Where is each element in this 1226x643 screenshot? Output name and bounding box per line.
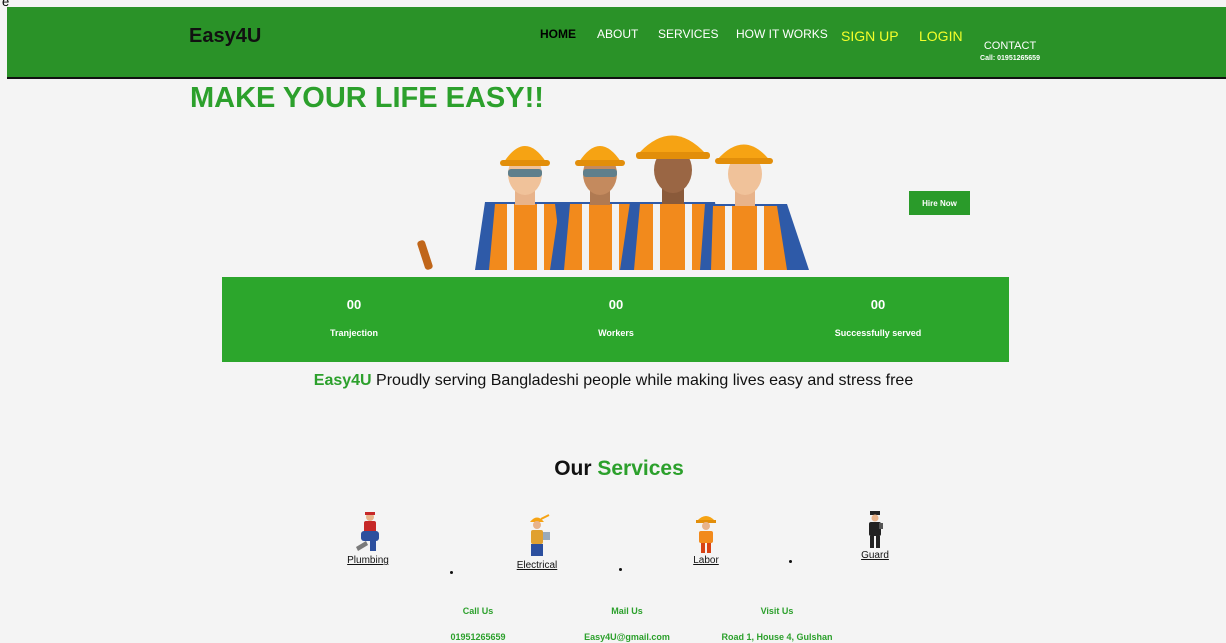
service-label[interactable]: Guard [835,550,915,561]
nav-how-it-works[interactable]: HOW IT WORKS [736,27,828,41]
tagline-text: Proudly serving Bangladeshi people while… [371,372,914,389]
services-title-accent: Services [597,457,684,480]
nav-home[interactable]: HOME [540,27,576,41]
electrician-icon [530,514,550,556]
stat-tranjection: 00 Tranjection [254,297,454,338]
tagline: Easy4U Proudly serving Bangladeshi peopl… [0,372,1226,390]
hire-now-button[interactable]: Hire Now [909,191,970,215]
service-plumbing[interactable]: Plumbing [328,511,408,566]
hero-workers-illustration [417,135,809,270]
stats-banner: 00 Tranjection 00 Workers 00 Successfull… [222,277,1009,362]
stat-value: 00 [608,297,624,312]
navbar: Easy4U HOME ABOUT SERVICES HOW IT WORKS … [7,7,1226,79]
footer-call-label: Call Us [462,606,494,616]
plumber-icon [356,512,379,551]
footer-visit-value: Road 1, House 4, Gulshan [721,632,833,642]
footer-mail-label: Mail Us [611,606,643,616]
stat-successfully-served: 00 Successfully served [778,297,978,338]
stat-label: Tranjection [329,328,378,338]
list-bullet [619,568,622,571]
service-label[interactable]: Electrical [497,560,577,571]
stat-workers: 00 Workers [516,297,716,338]
contact-phone: Call: 01951265659 [980,55,1040,62]
service-electrical[interactable]: Electrical [497,514,577,571]
service-guard[interactable]: Guard [835,510,915,561]
services-title-prefix: Our [554,457,598,480]
contact-label: CONTACT [983,40,1037,52]
service-label[interactable]: Labor [666,555,746,566]
nav-about[interactable]: ABOUT [597,27,638,41]
stat-value: 00 [346,297,362,312]
list-bullet [789,560,792,563]
hero-headline: MAKE YOUR LIFE EASY!! [190,82,544,114]
stat-value: 00 [870,297,886,312]
services-title: Our Services [0,457,1226,481]
laborer-icon [696,516,716,553]
nav-sign-up[interactable]: SIGN UP [841,28,899,44]
footer-mail-value[interactable]: Easy4U@gmail.com [567,632,687,642]
nav-services[interactable]: SERVICES [658,27,718,41]
stat-label: Successfully served [834,328,922,338]
list-bullet [450,571,453,574]
footer-call-value[interactable]: 01951265659 [438,632,518,642]
stat-label: Workers [598,328,634,338]
nav-contact[interactable]: CONTACT Call: 01951265659 [957,40,1063,62]
footer-visit-label: Visit Us [760,606,794,616]
guard-icon [869,511,883,548]
brand-logo[interactable]: Easy4U [189,25,261,48]
service-label[interactable]: Plumbing [328,555,408,566]
tagline-brand: Easy4U [313,372,372,389]
service-labor[interactable]: Labor [666,513,746,566]
